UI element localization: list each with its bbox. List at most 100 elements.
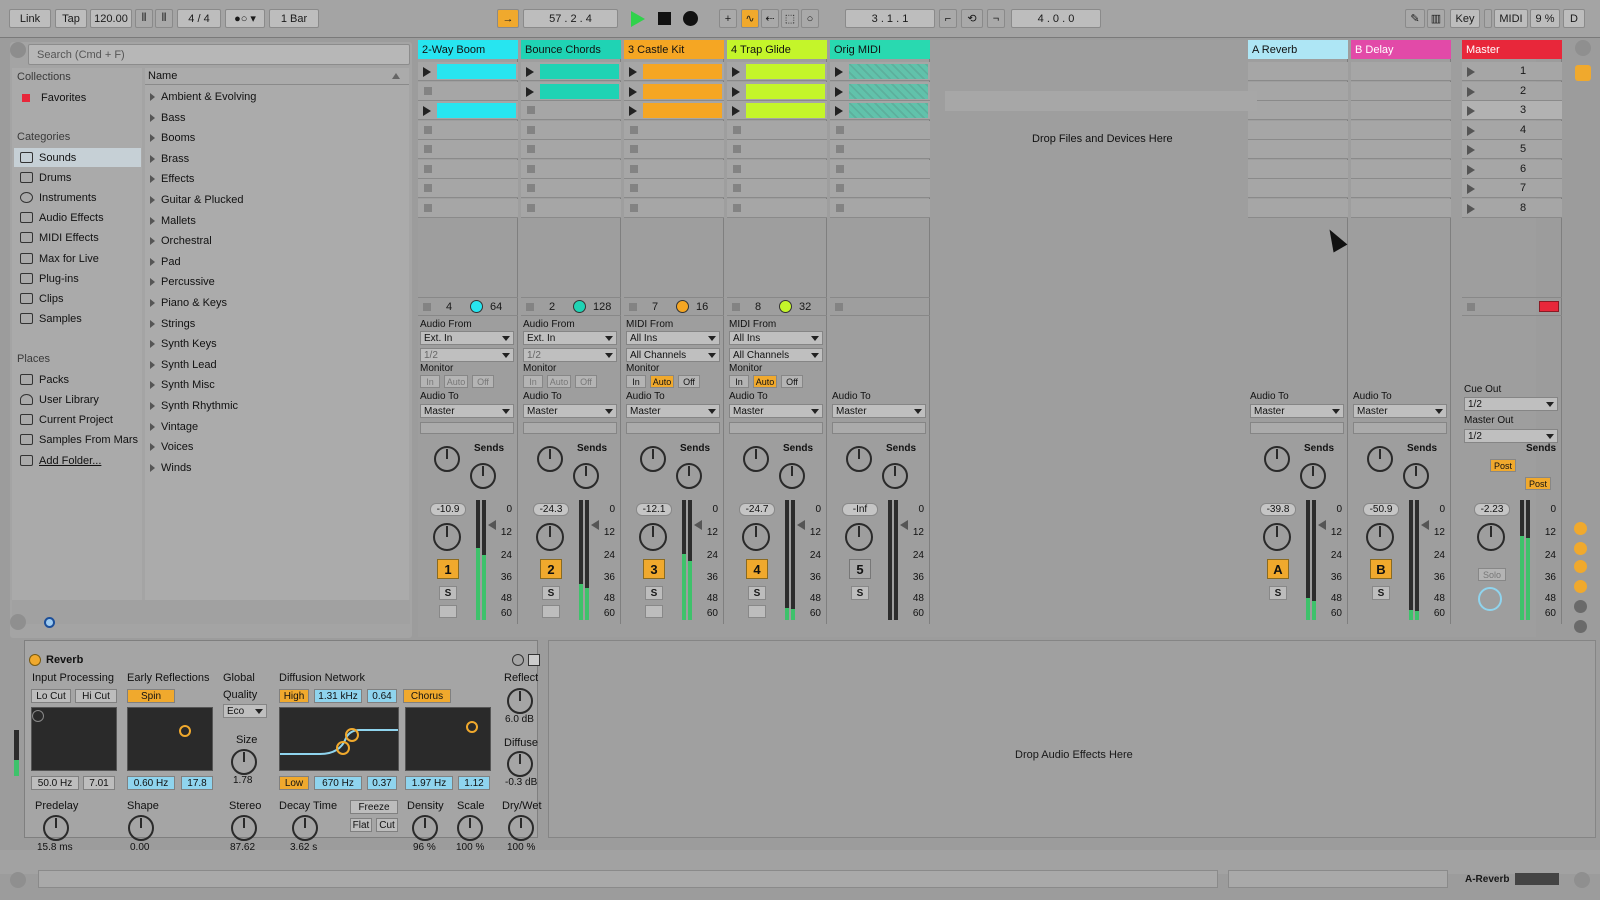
volume-field[interactable]: -24.7 (739, 503, 775, 516)
clip-slot[interactable] (1248, 82, 1348, 101)
clip-slot[interactable] (1248, 199, 1348, 218)
clip-slot[interactable] (727, 140, 827, 159)
clip-stop-icon[interactable] (733, 165, 741, 173)
expand-triangle-icon[interactable] (150, 154, 155, 163)
cut-button[interactable]: Cut (376, 818, 398, 832)
clip-slot[interactable] (521, 82, 621, 101)
clip-slot[interactable] (1248, 62, 1348, 81)
arm-button[interactable] (542, 605, 560, 618)
scene-launch-icon[interactable] (1467, 87, 1475, 97)
scene-slot[interactable]: 7 (1462, 179, 1562, 198)
preview-icon[interactable] (44, 617, 55, 628)
overdub-icon[interactable]: + (719, 9, 737, 28)
expand-triangle-icon[interactable] (150, 237, 155, 246)
expand-triangle-icon[interactable] (150, 257, 155, 266)
scene-slot[interactable]: 5 (1462, 140, 1562, 159)
clip-stop-icon[interactable] (424, 165, 432, 173)
send-b-knob[interactable] (573, 463, 599, 489)
send-b-knob[interactable] (882, 463, 908, 489)
clip-slot[interactable] (1248, 121, 1348, 140)
list-item[interactable]: Synth Misc (150, 376, 215, 394)
clip-stop-icon[interactable] (733, 145, 741, 153)
punch-out-icon[interactable]: ¬ (987, 9, 1005, 28)
delay-toggle-icon[interactable] (1574, 620, 1587, 633)
send-a-knob[interactable] (1367, 446, 1393, 472)
send-a-knob[interactable] (640, 446, 666, 472)
pan-knob[interactable] (1263, 523, 1291, 551)
loop-length-field[interactable]: 4 . 0 . 0 (1011, 9, 1101, 28)
track-header[interactable]: 4 Trap Glide (727, 40, 827, 59)
clip-slot[interactable] (1351, 82, 1451, 101)
list-item[interactable]: Effects (150, 170, 194, 188)
sidebar-item-max-for-live[interactable]: Max for Live (14, 249, 141, 268)
scene-launch-icon[interactable] (1467, 204, 1475, 214)
scene-slot[interactable]: 6 (1462, 160, 1562, 179)
volume-field[interactable]: -39.8 (1260, 503, 1296, 516)
hi-cut-button[interactable]: Hi Cut (75, 689, 117, 703)
clip-slot[interactable] (521, 199, 621, 218)
list-item[interactable]: Synth Rhythmic (150, 397, 238, 415)
clip-stop-icon[interactable] (733, 204, 741, 212)
send-b-knob[interactable] (1403, 463, 1429, 489)
scene-slot[interactable]: 3 (1462, 101, 1562, 120)
output-select[interactable]: Master (832, 404, 926, 418)
dry-wet-knob[interactable] (508, 815, 534, 841)
clip-stop-icon[interactable] (424, 145, 432, 153)
track-activator-button[interactable]: 5 (849, 559, 871, 579)
clip[interactable] (643, 64, 722, 79)
solo-button[interactable]: S (439, 586, 457, 600)
expand-triangle-icon[interactable] (150, 113, 155, 122)
clip-stop-icon[interactable] (424, 204, 432, 212)
chorus-rate-field[interactable]: 1.97 Hz (405, 776, 453, 790)
track-activator-button[interactable]: A (1267, 559, 1289, 579)
clip-slot[interactable] (521, 179, 621, 198)
clip-slot[interactable] (521, 160, 621, 179)
monitor-auto-button[interactable]: Auto (650, 375, 674, 388)
clip-slot[interactable] (1248, 140, 1348, 159)
sidebar-item-midi-effects[interactable]: MIDI Effects (14, 228, 141, 247)
pan-knob[interactable] (1366, 523, 1394, 551)
sidebar-item-plug-ins[interactable]: Plug-ins (14, 269, 141, 288)
clip-launch-icon[interactable] (629, 106, 637, 116)
sidebar-item-packs[interactable]: Packs (14, 370, 141, 389)
volume-field[interactable]: -24.3 (533, 503, 569, 516)
expand-triangle-icon[interactable] (150, 93, 155, 101)
clip-stop-icon[interactable] (836, 204, 844, 212)
clip-slot[interactable] (1351, 121, 1451, 140)
output-select[interactable]: Master (523, 404, 617, 418)
input-channel-select[interactable]: 1/2 (523, 348, 617, 362)
sidebar-item-samples-from-mars[interactable]: Samples From Mars (14, 430, 141, 449)
draw-mode-icon[interactable]: ✎ (1405, 9, 1425, 28)
output-select[interactable]: Master (1353, 404, 1447, 418)
clip-launch-icon[interactable] (629, 67, 637, 77)
list-item[interactable]: Booms (150, 129, 195, 147)
clip-slot[interactable] (418, 101, 518, 120)
io-toggle-icon[interactable] (1574, 522, 1587, 535)
clip-stop-icon[interactable] (527, 165, 535, 173)
clip-launch-icon[interactable] (526, 67, 534, 77)
spin-button[interactable]: Spin (127, 689, 175, 703)
returns-toggle-icon[interactable] (1574, 560, 1587, 573)
solo-button[interactable]: S (748, 586, 766, 600)
sort-ascending-icon[interactable] (392, 73, 400, 79)
solo-button[interactable]: S (851, 586, 869, 600)
clip-launch-icon[interactable] (423, 67, 431, 77)
monitor-in-button[interactable]: In (626, 375, 646, 388)
clip-slot[interactable] (727, 199, 827, 218)
name-column-header[interactable]: Name (148, 70, 177, 82)
monitor-off-button[interactable]: Off (575, 375, 597, 388)
input-channel-select[interactable]: All Channels (626, 348, 720, 362)
key-map-button[interactable]: Key (1450, 9, 1480, 28)
browser-toggle-icon[interactable] (10, 42, 26, 58)
clip-launch-icon[interactable] (732, 106, 740, 116)
clip-stop-icon[interactable] (527, 204, 535, 212)
scene-launch-icon[interactable] (1467, 67, 1475, 77)
master-out-select[interactable]: 1/2 (1464, 429, 1558, 443)
expand-triangle-icon[interactable] (150, 443, 155, 452)
expand-triangle-icon[interactable] (150, 134, 155, 143)
output-select[interactable]: Master (1250, 404, 1344, 418)
expand-triangle-icon[interactable] (150, 299, 155, 307)
clip-slot[interactable] (418, 121, 518, 140)
high-shelf-button[interactable]: High (279, 689, 309, 703)
clip[interactable] (643, 84, 722, 99)
